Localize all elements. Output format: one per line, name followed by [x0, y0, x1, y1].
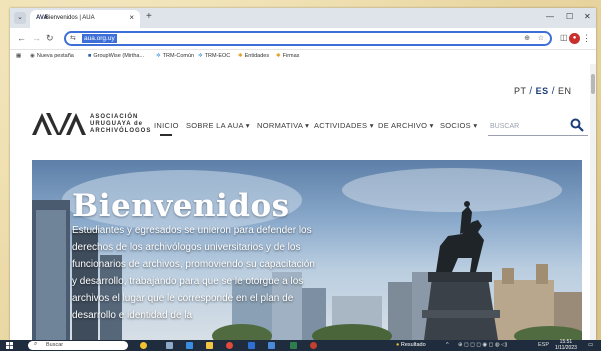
- omnibox[interactable]: ⇆ aua.org.uy ⊕ ☆: [64, 31, 552, 46]
- word-icon[interactable]: [248, 342, 255, 349]
- menu-kebab-icon[interactable]: ⋮: [582, 33, 591, 44]
- minimize-icon[interactable]: —: [546, 12, 554, 21]
- site-info-icon[interactable]: ⇆: [70, 34, 76, 42]
- bookmarks-bar: ▦ ◉ Nueva pestaña ■ GroupWise (Mirtha... ✲…: [10, 50, 596, 64]
- active-nav-indicator: [160, 134, 172, 136]
- bookmark-nueva-pestana[interactable]: ◉ Nueva pestaña: [30, 53, 74, 59]
- profile-avatar-icon[interactable]: ●: [569, 33, 580, 44]
- bookmark-trm-eoc[interactable]: ✲ TRM-EOC: [198, 53, 230, 59]
- file-explorer-icon[interactable]: [206, 342, 213, 349]
- mail-icon: ■: [88, 53, 92, 59]
- bookmark-entidades[interactable]: ✱ Entidades: [238, 53, 269, 59]
- zoom-icon[interactable]: ⊕: [524, 34, 530, 42]
- logo-line-3: ARCHIVÓLOGOS: [90, 128, 152, 134]
- tab-title: Bienvenidos | AUA: [45, 15, 95, 21]
- tab-search-chevron-icon[interactable]: ⌄: [14, 12, 26, 24]
- lang-separator: /: [529, 86, 533, 97]
- bookmark-firmas[interactable]: ✱ Firmas: [276, 53, 299, 59]
- star-icon: ✱: [276, 53, 281, 59]
- windows-start-icon[interactable]: [6, 342, 13, 349]
- windows-taskbar: ⌕ Buscar ● Resultado ^ ⊕ ◻ ◻ ◻ ◉ ◻ ◍ ◁) …: [0, 339, 601, 351]
- hero-banner: Bienvenidos Estudiantes y egresados se u…: [32, 160, 582, 340]
- new-tab-icon[interactable]: +: [146, 11, 152, 22]
- web-page: PT / ES / EN ASOCIACIÓN URUGUAYA de ARCH…: [10, 64, 596, 340]
- logo-line-2: URUGUAYA de: [90, 121, 144, 127]
- star-icon: ✱: [238, 53, 243, 59]
- clock-date: 1/11/2023: [555, 344, 577, 351]
- gear-icon: ✲: [156, 53, 161, 59]
- widgets-icon[interactable]: [140, 342, 147, 349]
- outlook-icon[interactable]: [268, 342, 275, 349]
- url-input[interactable]: aua.org.uy: [82, 34, 117, 43]
- search-icon[interactable]: [570, 118, 584, 132]
- task-view-icon[interactable]: [166, 342, 173, 349]
- logo-line-1: ASOCIACIÓN: [90, 114, 139, 120]
- search-icon: ⌕: [34, 341, 38, 347]
- chrome-icon[interactable]: [226, 342, 233, 349]
- bookmark-groupwise[interactable]: ■ GroupWise (Mirtha...: [88, 53, 144, 59]
- page-scrollbar[interactable]: [590, 64, 596, 340]
- maximize-icon[interactable]: ☐: [566, 12, 573, 21]
- nav-normativa[interactable]: NORMATIVA ▾: [257, 121, 309, 130]
- reload-icon[interactable]: ↻: [46, 33, 54, 44]
- hero-title: Bienvenidos: [72, 188, 290, 224]
- nav-de-archivo[interactable]: DE ARCHIVO ▾: [378, 121, 434, 130]
- system-clock[interactable]: 15:51 1/11/2023: [555, 339, 577, 351]
- site-search[interactable]: BUSCAR: [488, 116, 588, 136]
- weather-icon: ●: [396, 342, 400, 348]
- taskbar-search[interactable]: ⌕ Buscar: [28, 341, 128, 350]
- logo-wordmark[interactable]: ASOCIACIÓN URUGUAYA de ARCHIVÓLOGOS: [90, 114, 150, 135]
- lang-es[interactable]: ES: [536, 86, 549, 96]
- tab-close-icon[interactable]: ×: [129, 13, 134, 22]
- keyboard-language[interactable]: ESP: [538, 342, 549, 348]
- scroll-thumb[interactable]: [591, 74, 595, 94]
- taskbar-result-label: ● Resultado: [396, 342, 426, 348]
- browser-window: ⌄ AVA Bienvenidos | AUA × + — ☐ ✕ ← → ↻ …: [10, 8, 596, 340]
- extensions-icon[interactable]: ◫: [560, 33, 568, 42]
- back-arrow-icon[interactable]: ←: [17, 33, 26, 43]
- excel-icon[interactable]: [290, 342, 297, 349]
- close-window-icon[interactable]: ✕: [584, 12, 591, 21]
- address-bar-row: ← → ↻ ⇆ aua.org.uy ⊕ ☆ ◫ ● ⋮: [10, 28, 596, 50]
- globe-icon: ◉: [30, 53, 35, 59]
- taskbar-search-input[interactable]: Buscar: [46, 342, 63, 348]
- app-icon[interactable]: [310, 342, 317, 349]
- apps-grid-icon[interactable]: ▦: [16, 53, 21, 59]
- tab-strip: ⌄ AVA Bienvenidos | AUA × + — ☐ ✕: [10, 8, 596, 28]
- bookmark-trm-comun[interactable]: ✲ TRM-Común: [156, 53, 194, 59]
- hero-description: Estudiantes y egresados se unieron para …: [72, 225, 315, 321]
- tray-chevron-icon[interactable]: ^: [446, 342, 449, 348]
- lang-en[interactable]: EN: [558, 86, 572, 96]
- language-switcher: PT / ES / EN: [514, 86, 572, 97]
- forward-arrow-icon[interactable]: →: [32, 33, 41, 43]
- edge-icon[interactable]: [186, 342, 193, 349]
- tab-active[interactable]: AVA Bienvenidos | AUA ×: [30, 10, 140, 28]
- lang-pt[interactable]: PT: [514, 86, 526, 96]
- lang-separator: /: [551, 86, 555, 97]
- bookmark-star-icon[interactable]: ☆: [538, 34, 544, 42]
- nav-sobre-la-aua[interactable]: SOBRE LA AUA ▾: [186, 121, 250, 130]
- nav-socios[interactable]: SOCIOS ▾: [440, 121, 477, 130]
- gear-icon: ✲: [198, 53, 203, 59]
- tray-icons[interactable]: ⊕ ◻ ◻ ◻ ◉ ◻ ◍ ◁): [458, 342, 507, 348]
- aua-logo-icon[interactable]: [32, 113, 86, 135]
- notifications-icon[interactable]: ▭: [588, 342, 593, 348]
- nav-actividades[interactable]: ACTIVIDADES ▾: [314, 121, 374, 130]
- nav-inicio[interactable]: INICIO: [154, 121, 179, 130]
- search-input[interactable]: BUSCAR: [490, 123, 519, 130]
